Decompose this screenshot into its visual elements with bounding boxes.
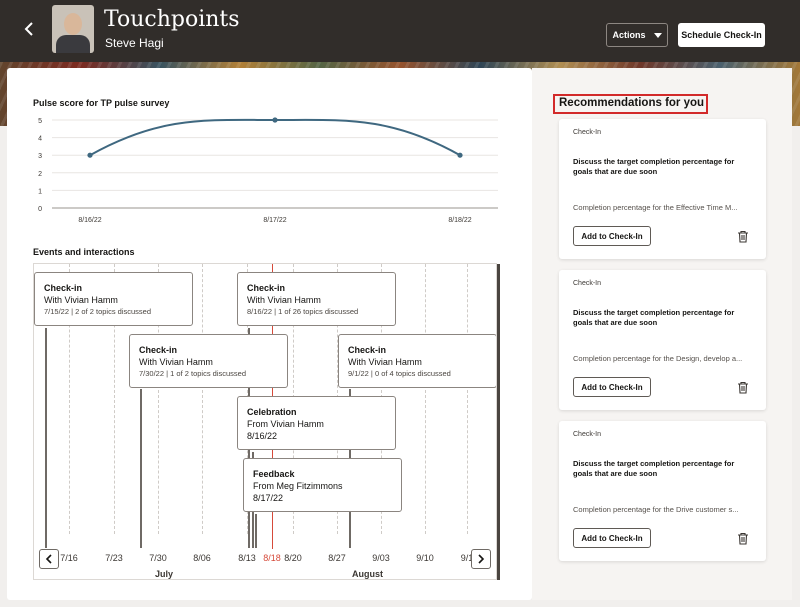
timeline-gridline	[425, 264, 426, 534]
y-tick-label: 5	[38, 118, 42, 125]
events-title: Events and interactions	[33, 247, 135, 257]
recommendation-description: Completion percentage for the Design, de…	[573, 354, 743, 363]
event-title: Check-in	[247, 283, 286, 293]
schedule-checkin-button[interactable]: Schedule Check-In	[678, 23, 765, 47]
recommendation-title: Discuss the target completion percentage…	[573, 459, 735, 478]
trash-icon[interactable]	[737, 381, 749, 394]
event-meta: 8/16/22 | 1 of 26 topics discussed	[247, 307, 359, 316]
event-subtitle: With Vivian Hamm	[348, 357, 422, 367]
add-to-checkin-button[interactable]: Add to Check-In	[573, 226, 651, 246]
x-tick-label: 8/17/22	[263, 217, 286, 224]
pulse-line-chart: 0 1 2 3 4 5 8/16/22 8/17/22 8/18/22	[38, 117, 498, 224]
event-subtitle: With Vivian Hamm	[247, 295, 321, 305]
timeline-date-label: 8/13	[238, 553, 256, 563]
events-timeline: Check-in With Vivian Hamm 7/15/22 | 2 of…	[33, 263, 497, 580]
event-card[interactable]: Check-in With Vivian Hamm 7/30/22 | 1 of…	[129, 334, 288, 388]
actions-label: Actions	[612, 30, 646, 40]
event-card[interactable]: Feedback From Meg Fitzimmons 8/17/22	[243, 458, 402, 512]
month-label: July	[155, 569, 174, 579]
recommendation-tag: Check-In	[573, 129, 602, 136]
page-title: Touchpoints	[104, 7, 240, 32]
x-tick-label: 8/18/22	[448, 217, 471, 224]
timeline-date-label: 8/18	[263, 553, 281, 563]
event-meta: 7/30/22 | 1 of 2 topics discussed	[139, 369, 247, 378]
timeline-next-button[interactable]	[471, 549, 491, 569]
add-to-checkin-button[interactable]: Add to Check-In	[573, 377, 651, 397]
event-meta: 7/15/22 | 2 of 2 topics discussed	[44, 307, 152, 316]
pulse-chart-title: Pulse score for TP pulse survey	[33, 98, 170, 108]
timeline-gridline	[467, 264, 468, 534]
timeline-scrollbar[interactable]	[497, 264, 500, 580]
trash-icon[interactable]	[737, 230, 749, 243]
event-meta: 9/1/22 | 0 of 4 topics discussed	[348, 369, 451, 378]
recommendation-description: Completion percentage for the Effective …	[573, 203, 738, 212]
recommendation-tag: Check-In	[573, 431, 602, 438]
event-subtitle: With Vivian Hamm	[139, 357, 213, 367]
timeline-date-label: 7/30	[149, 553, 167, 563]
timeline-date-label: 9/03	[372, 553, 390, 563]
timeline-stem	[255, 514, 257, 548]
event-title: Feedback	[253, 469, 295, 479]
timeline-date-label: 9/10	[416, 553, 434, 563]
timeline-prev-button[interactable]	[39, 549, 59, 569]
y-tick-label: 1	[38, 188, 42, 195]
event-subtitle: From Vivian Hamm	[247, 419, 324, 429]
y-tick-label: 0	[38, 206, 42, 213]
event-title: Celebration	[247, 407, 297, 417]
y-tick-label: 3	[38, 153, 42, 160]
chevron-left-icon	[24, 22, 33, 36]
recommendation-tag: Check-In	[573, 280, 602, 287]
data-point	[457, 152, 463, 158]
employee-name: Steve Hagi	[105, 36, 164, 50]
event-title: Check-in	[139, 345, 178, 355]
timeline-gridline	[202, 264, 203, 534]
recommendation-title: Discuss the target completion percentage…	[573, 157, 735, 176]
event-subtitle: With Vivian Hamm	[44, 295, 118, 305]
event-meta: 8/16/22	[247, 431, 278, 441]
recommendation-card: Check-In Discuss the target completion p…	[559, 119, 766, 259]
caret-down-icon	[653, 32, 662, 38]
recommendation-card: Check-In Discuss the target completion p…	[559, 421, 766, 561]
y-tick-label: 4	[38, 136, 42, 143]
timeline-date-label: 8/27	[328, 553, 346, 563]
event-meta: 8/17/22	[253, 493, 284, 503]
chevron-right-icon	[478, 554, 485, 564]
event-title: Check-in	[348, 345, 387, 355]
timeline-date-label: 8/20	[284, 553, 302, 563]
add-to-checkin-button[interactable]: Add to Check-In	[573, 528, 651, 548]
event-card[interactable]: Check-in With Vivian Hamm 9/1/22 | 0 of …	[338, 334, 496, 388]
event-card[interactable]: Celebration From Vivian Hamm 8/16/22	[237, 396, 396, 450]
avatar	[52, 5, 94, 53]
recommendation-title: Discuss the target completion percentage…	[573, 308, 735, 327]
data-point	[87, 152, 93, 158]
timeline-date-label: 7/16	[60, 553, 78, 563]
chevron-left-icon	[45, 554, 52, 564]
event-subtitle: From Meg Fitzimmons	[253, 481, 343, 491]
timeline-date-label: 7/23	[105, 553, 123, 563]
data-point	[272, 117, 278, 123]
timeline-stem	[45, 328, 47, 548]
back-button[interactable]	[18, 16, 40, 42]
month-label: August	[352, 569, 383, 579]
recommendations-title: Recommendations for you	[553, 94, 708, 114]
actions-menu-button[interactable]: Actions	[606, 23, 668, 47]
event-title: Check-in	[44, 283, 83, 293]
x-tick-label: 8/16/22	[78, 217, 101, 224]
y-tick-label: 2	[38, 171, 42, 178]
timeline-date-label: 8/06	[193, 553, 211, 563]
event-card[interactable]: Check-in With Vivian Hamm 8/16/22 | 1 of…	[237, 272, 396, 326]
recommendation-description: Completion percentage for the Drive cust…	[573, 505, 739, 514]
event-card[interactable]: Check-in With Vivian Hamm 7/15/22 | 2 of…	[34, 272, 193, 326]
trash-icon[interactable]	[737, 532, 749, 545]
timeline-stem	[140, 389, 142, 548]
recommendation-card: Check-In Discuss the target completion p…	[559, 270, 766, 410]
